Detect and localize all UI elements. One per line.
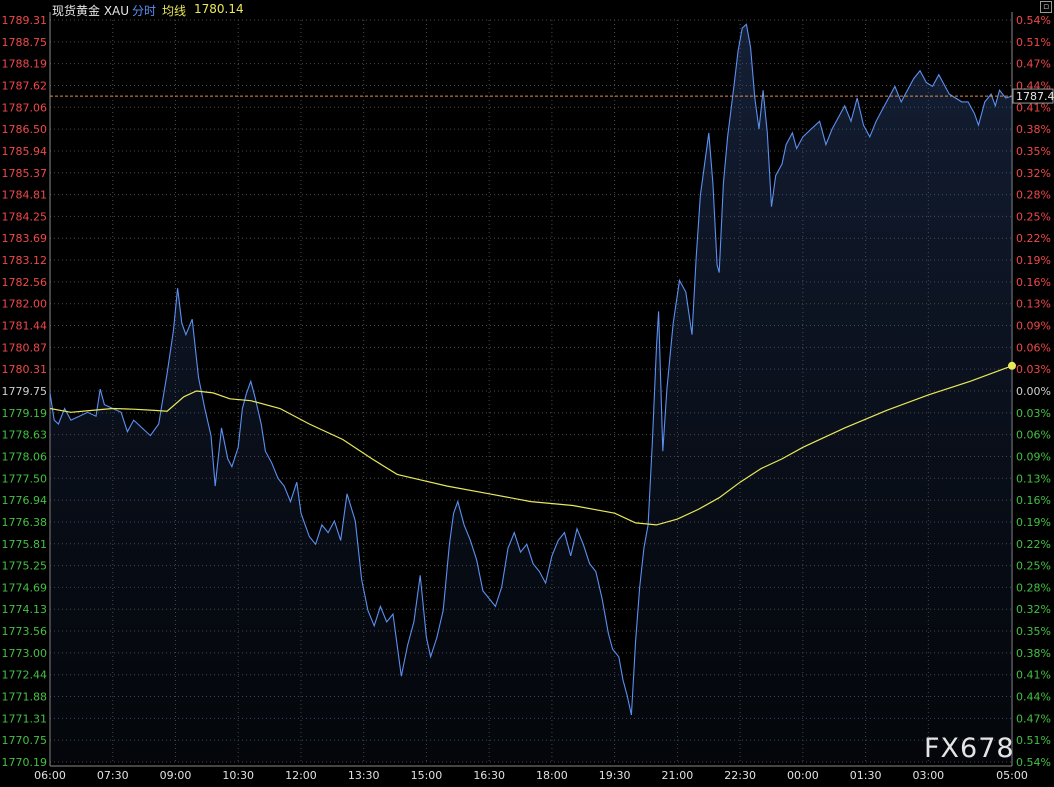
restore-window-icon[interactable]: ▫ — [1040, 1, 1052, 13]
y-tick-label-right: 0.35% — [1016, 145, 1051, 158]
y-tick-label-right: 0.54% — [1016, 14, 1051, 27]
y-tick-label-left: 1787.62 — [2, 79, 48, 92]
y-tick-label-left: 1781.44 — [2, 320, 48, 333]
chart-frame: 1789.31 1788.75 1788.19 1787.62 1787.06 1786.… — [0, 0, 1054, 787]
avg-value: 1780.14 — [194, 2, 244, 16]
y-tick-label-left: 1789.31 — [2, 14, 48, 27]
y-tick-label-left: 1784.81 — [2, 189, 48, 202]
y-tick-label-right: 0.41% — [1016, 669, 1051, 682]
y-tick-label-right: 0.47% — [1016, 712, 1051, 725]
y-tick-label-left: 1777.50 — [2, 472, 48, 485]
y-tick-label-left: 1779.19 — [2, 407, 48, 420]
y-tick-label-left: 1785.94 — [2, 145, 48, 158]
y-tick-label-right: 0.51% — [1016, 734, 1051, 747]
y-tick-label-left: 1772.44 — [2, 669, 48, 682]
y-tick-label-right: 0.00% — [1016, 385, 1051, 398]
current-price-label: 1787.4 — [1016, 90, 1054, 103]
y-tick-label-right: 0.22% — [1016, 538, 1051, 551]
y-tick-label-right: 0.06% — [1016, 341, 1051, 354]
y-tick-label-right: 0.28% — [1016, 581, 1051, 594]
x-tick-label: 22:30 — [724, 769, 756, 782]
y-tick-label-left: 1778.06 — [2, 450, 48, 463]
y-tick-label-right: 0.32% — [1016, 603, 1051, 616]
y-tick-label-left: 1785.37 — [2, 167, 48, 180]
x-tick-label: 13:30 — [348, 769, 380, 782]
y-tick-label-left: 1782.00 — [2, 298, 48, 311]
instrument-name: 现货黄金 XAU — [52, 4, 130, 18]
y-tick-label-right: 0.54% — [1016, 756, 1051, 769]
y-tick-label-right: 0.44% — [1016, 691, 1051, 704]
y-tick-label-right: 0.35% — [1016, 625, 1051, 638]
y-tick-label-right: 0.13% — [1016, 298, 1051, 311]
y-tick-label-left: 1771.31 — [2, 712, 48, 725]
y-tick-label-right: 0.16% — [1016, 494, 1051, 507]
y-tick-label-left: 1776.38 — [2, 516, 48, 529]
x-tick-label: 18:00 — [536, 769, 568, 782]
y-tick-label-left: 1775.81 — [2, 538, 48, 551]
y-tick-label-right: 0.25% — [1016, 560, 1051, 573]
y-tick-label-left: 1776.94 — [2, 494, 48, 507]
price-area — [50, 24, 1012, 763]
chart-svg: 1789.31 1788.75 1788.19 1787.62 1787.06 1786.… — [2, 12, 1054, 782]
avg-label: 均线 — [162, 4, 187, 18]
y-tick-label-left: 1782.56 — [2, 276, 48, 289]
y-tick-label-left: 1771.88 — [2, 691, 48, 704]
x-tick-label: 16:30 — [473, 769, 505, 782]
x-tick-label: 19:30 — [599, 769, 631, 782]
y-tick-label-right: 0.19% — [1016, 516, 1051, 529]
y-tick-label-left: 1774.69 — [2, 581, 48, 594]
y-tick-label-right: 0.19% — [1016, 254, 1051, 267]
y-tick-label-right: 0.51% — [1016, 36, 1051, 49]
x-tick-label: 00:00 — [787, 769, 819, 782]
y-tick-label-left: 1780.87 — [2, 341, 48, 354]
y-tick-label-left: 1773.56 — [2, 625, 48, 638]
y-tick-label-right: 0.06% — [1016, 429, 1051, 442]
x-tick-label: 15:00 — [411, 769, 443, 782]
x-tick-label: 06:00 — [34, 769, 66, 782]
y-tick-label-right: 0.47% — [1016, 58, 1051, 71]
x-tick-label: 21:00 — [662, 769, 694, 782]
y-tick-label-right: 0.32% — [1016, 167, 1051, 180]
y-tick-label-left: 1788.75 — [2, 36, 48, 49]
x-tick-label: 01:30 — [850, 769, 882, 782]
x-tick-label: 09:00 — [160, 769, 192, 782]
y-tick-label-left: 1786.50 — [2, 123, 48, 136]
y-tick-label-left: 1778.63 — [2, 429, 48, 442]
y-tick-label-right: 0.38% — [1016, 647, 1051, 660]
avg-end-dot — [1008, 361, 1016, 370]
y-tick-label-left: 1770.75 — [2, 734, 48, 747]
y-tick-label-right: 0.22% — [1016, 232, 1051, 245]
y-tick-label-right: 0.25% — [1016, 210, 1051, 223]
x-tick-label: 05:00 — [996, 769, 1028, 782]
y-tick-label-left: 1784.25 — [2, 210, 48, 223]
mode-label[interactable]: 分时 — [132, 2, 156, 19]
y-tick-label-right: 0.03% — [1016, 407, 1051, 420]
y-tick-label-left: 1783.69 — [2, 232, 48, 245]
y-tick-label-right: 0.13% — [1016, 472, 1051, 485]
y-tick-label-left: 1788.19 — [2, 58, 48, 71]
y-tick-label-left: 1770.19 — [2, 756, 48, 769]
y-tick-label-left: 1779.75 — [2, 385, 48, 398]
y-tick-label-right: 0.28% — [1016, 189, 1051, 202]
y-tick-label-right: 0.38% — [1016, 123, 1051, 136]
y-tick-label-right: 0.16% — [1016, 276, 1051, 289]
y-tick-label-left: 1780.31 — [2, 363, 48, 376]
y-tick-label-left: 1787.06 — [2, 101, 48, 114]
x-tick-label: 03:00 — [912, 769, 944, 782]
y-tick-label-right: 0.09% — [1016, 450, 1051, 463]
y-tick-label-left: 1775.25 — [2, 560, 48, 573]
y-tick-label-left: 1783.12 — [2, 254, 48, 267]
x-tick-label: 12:00 — [285, 769, 317, 782]
y-tick-label-left: 1773.00 — [2, 647, 48, 660]
x-tick-label: 07:30 — [97, 769, 129, 782]
y-tick-label-right: 0.09% — [1016, 320, 1051, 333]
y-tick-label-left: 1774.13 — [2, 603, 48, 616]
watermark: FX678 — [924, 733, 1015, 764]
x-tick-label: 10:30 — [222, 769, 254, 782]
y-tick-label-right: 0.03% — [1016, 363, 1051, 376]
